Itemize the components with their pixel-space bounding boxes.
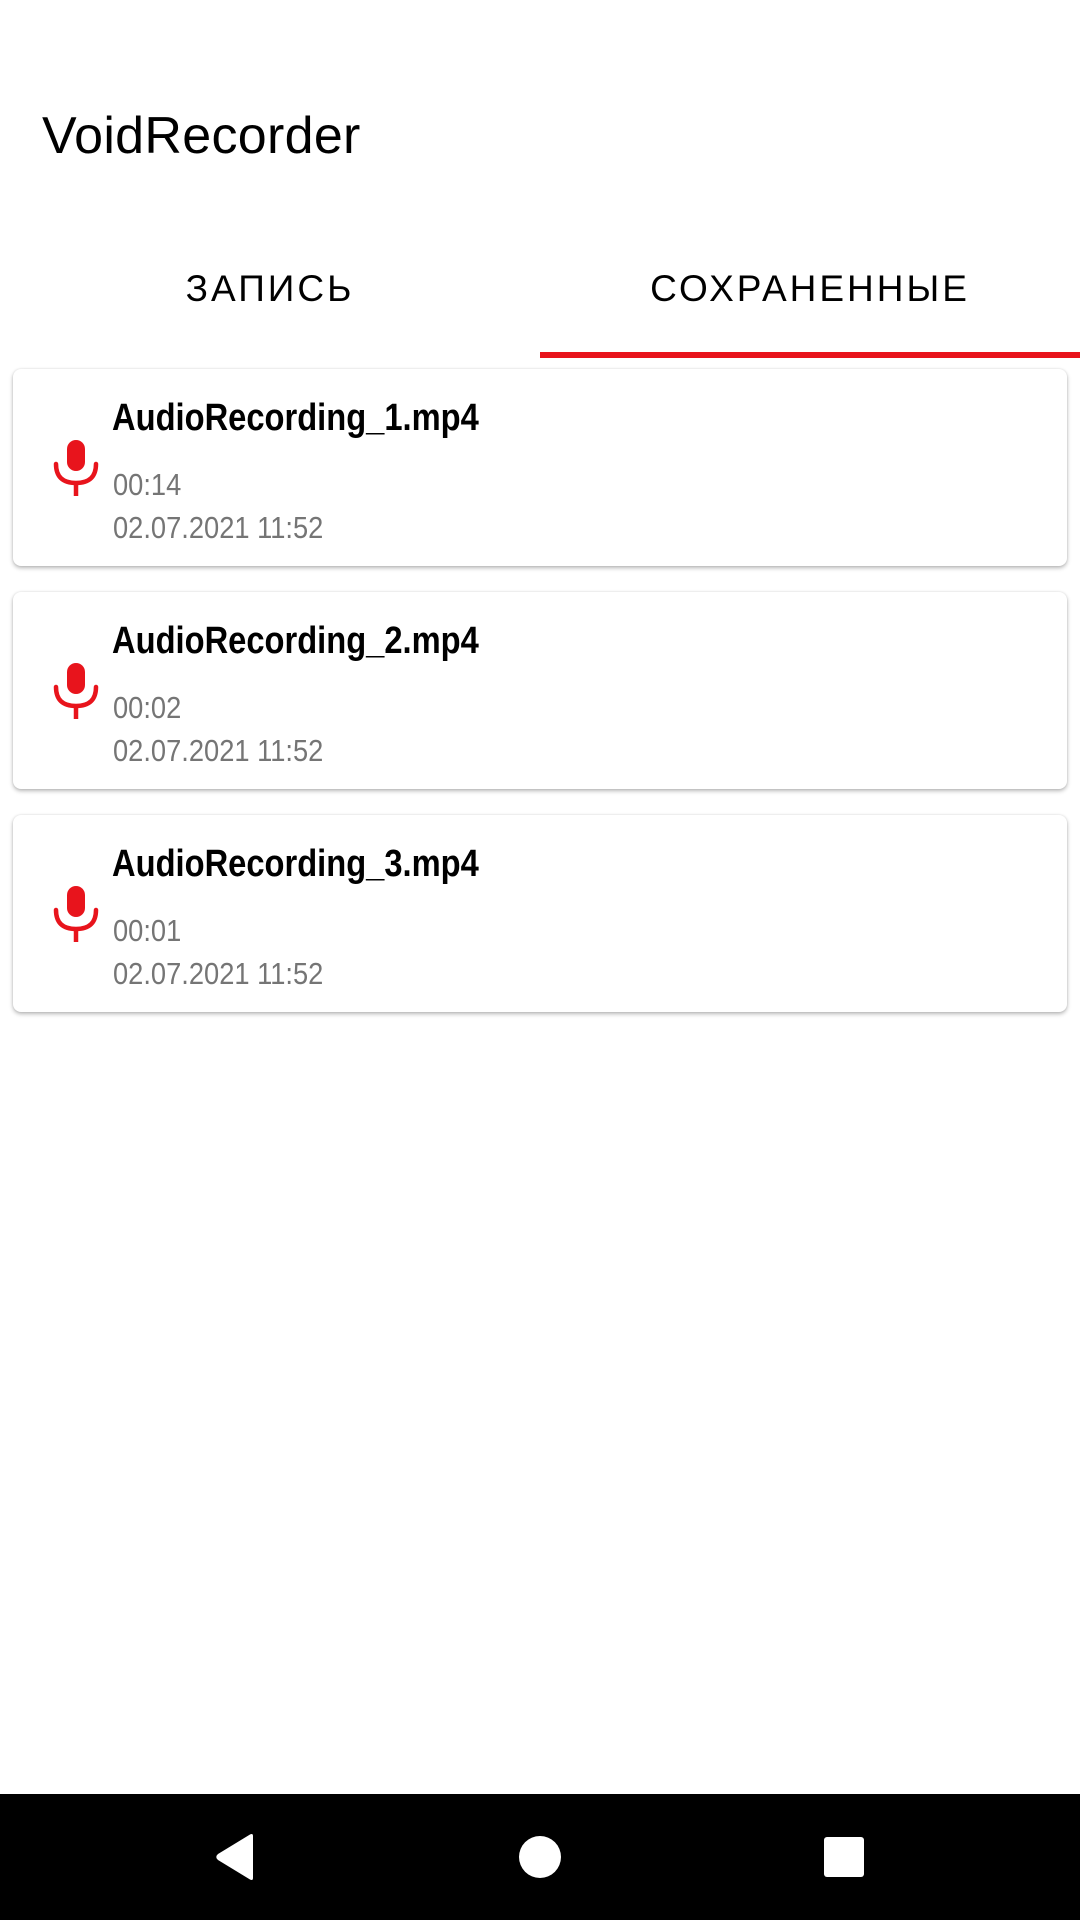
recording-date: 02.07.2021 11:52: [113, 510, 324, 545]
recordings-list: AudioRecording_1.mp4 00:14 02.07.2021 11…: [13, 369, 1067, 1038]
tab-indicator: [540, 352, 1080, 358]
screen: VoidRecorder ЗАПИСЬ СОХРАНЕННЫЕ AudioRec…: [0, 0, 1080, 1920]
recents-icon: [824, 1837, 864, 1877]
system-navigation-bar: [0, 1794, 1080, 1920]
back-icon: [216, 1834, 253, 1880]
recording-name: AudioRecording_3.mp4: [112, 843, 479, 885]
recording-item[interactable]: AudioRecording_1.mp4 00:14 02.07.2021 11…: [13, 369, 1067, 566]
recording-date: 02.07.2021 11:52: [113, 733, 324, 768]
tab-bar: ЗАПИСЬ СОХРАНЕННЫЕ: [0, 220, 1080, 358]
recording-duration: 00:01: [113, 913, 182, 948]
recents-button[interactable]: [781, 1794, 907, 1920]
recording-duration: 00:14: [113, 467, 182, 502]
mic-icon: [53, 886, 99, 942]
home-icon: [519, 1836, 561, 1878]
recording-name: AudioRecording_1.mp4: [112, 397, 479, 439]
app-title: VoidRecorder: [42, 107, 361, 165]
mic-icon: [53, 663, 99, 719]
mic-icon: [53, 440, 99, 496]
recording-name: AudioRecording_2.mp4: [112, 620, 479, 662]
app-bar: VoidRecorder: [0, 0, 1080, 220]
home-button[interactable]: [477, 1794, 603, 1920]
recording-item[interactable]: AudioRecording_3.mp4 00:01 02.07.2021 11…: [13, 815, 1067, 1012]
back-button[interactable]: [172, 1794, 298, 1920]
tab-record-label: ЗАПИСЬ: [185, 268, 355, 309]
recording-date: 02.07.2021 11:52: [113, 956, 324, 991]
tab-saved-label: СОХРАНЕННЫЕ: [650, 268, 970, 309]
tab-record[interactable]: ЗАПИСЬ: [0, 220, 540, 358]
recording-duration: 00:02: [113, 690, 182, 725]
tab-saved[interactable]: СОХРАНЕННЫЕ: [540, 220, 1080, 358]
recording-item[interactable]: AudioRecording_2.mp4 00:02 02.07.2021 11…: [13, 592, 1067, 789]
